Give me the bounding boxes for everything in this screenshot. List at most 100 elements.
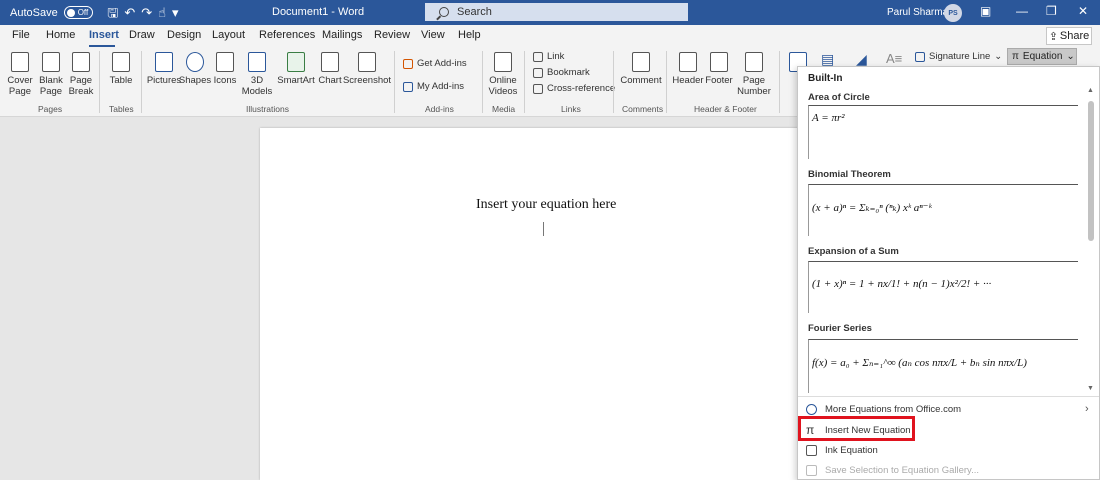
- online-video-icon: [494, 52, 512, 72]
- link-button[interactable]: Link: [533, 51, 564, 62]
- shapes-button[interactable]: Shapes: [179, 52, 211, 86]
- restore-icon[interactable]: ❐: [1046, 4, 1057, 18]
- touch-mode-icon[interactable]: ☝: [158, 6, 166, 19]
- header-icon: [679, 52, 697, 72]
- group-separator: [394, 51, 395, 113]
- signature-icon: [915, 51, 925, 62]
- group-label-header-footer: Header & Footer: [694, 104, 757, 114]
- gallery-scrollbar[interactable]: ▲ ▼: [1085, 87, 1097, 399]
- search-label: Search: [457, 6, 492, 18]
- page-number-button[interactable]: Page Number: [735, 52, 773, 97]
- ribbon-tabs: File Home Insert Draw Design Layout Refe…: [0, 25, 1100, 47]
- tab-draw[interactable]: Draw: [129, 29, 155, 41]
- autosave-toggle[interactable]: Off: [63, 6, 94, 19]
- close-icon[interactable]: ✕: [1078, 4, 1088, 18]
- pictures-icon: [155, 52, 173, 72]
- footer-button[interactable]: Footer: [704, 52, 734, 86]
- chart-button[interactable]: Chart: [317, 52, 343, 86]
- search-box[interactable]: Search: [425, 3, 688, 21]
- get-addins-button[interactable]: Get Add-ins: [403, 58, 467, 69]
- shapes-icon: [186, 52, 204, 72]
- tab-help[interactable]: Help: [458, 29, 481, 41]
- cross-reference-button[interactable]: Cross-reference: [533, 83, 615, 94]
- blank-page-button[interactable]: Blank Page: [37, 52, 65, 97]
- page-break-button[interactable]: Page Break: [67, 52, 95, 97]
- gallery-heading: Built-In: [808, 73, 843, 84]
- tab-references[interactable]: References: [259, 29, 315, 41]
- table-button[interactable]: Table: [107, 52, 135, 86]
- user-name[interactable]: Parul Sharma: [887, 7, 948, 18]
- share-icon: ⇪: [1048, 30, 1058, 43]
- tab-home[interactable]: Home: [46, 29, 75, 41]
- document-text[interactable]: Insert your equation here: [476, 197, 616, 213]
- smartart-icon: [287, 52, 305, 72]
- scroll-down-icon[interactable]: ▼: [1087, 385, 1094, 392]
- bookmark-button[interactable]: Bookmark: [533, 67, 590, 78]
- redo-icon[interactable]: ↷: [141, 6, 152, 19]
- drop-cap-icon[interactable]: A≡: [886, 51, 902, 66]
- tab-mailings[interactable]: Mailings: [322, 29, 362, 41]
- cross-reference-icon: [533, 83, 543, 94]
- equation-option-fourier-series[interactable]: f(x) = a₀ + Σₙ₌₁^∞ (aₙ cos nπx/L + bₙ si…: [808, 339, 1078, 393]
- tab-layout[interactable]: Layout: [212, 29, 245, 41]
- online-videos-button[interactable]: Online Videos: [487, 52, 519, 97]
- equation-option-binomial-theorem[interactable]: (x + a)ⁿ = Σₖ₌₀ⁿ (ⁿₖ) xᵏ aⁿ⁻ᵏ: [808, 184, 1078, 236]
- comment-button[interactable]: Comment: [620, 52, 662, 86]
- equation-button[interactable]: π Equation ⌄: [1007, 48, 1077, 65]
- avatar[interactable]: PS: [944, 4, 962, 22]
- tab-review[interactable]: Review: [374, 29, 410, 41]
- equation-option-area-of-circle[interactable]: A = πr²: [808, 105, 1078, 159]
- equation-title: Binomial Theorem: [808, 169, 891, 180]
- cover-page-button[interactable]: Cover Page: [6, 52, 34, 97]
- text-cursor: [543, 222, 544, 236]
- document-page[interactable]: [260, 128, 800, 480]
- highlight-box: [798, 416, 915, 441]
- signature-line-button[interactable]: Signature Line ⌄: [915, 51, 1002, 62]
- my-addins-button[interactable]: My Add-ins: [403, 81, 464, 92]
- tab-view[interactable]: View: [421, 29, 445, 41]
- chevron-down-icon: ⌄: [994, 51, 1003, 62]
- ink-equation-item[interactable]: Ink Equation: [806, 441, 878, 459]
- equation-option-expansion-of-sum[interactable]: (1 + x)ⁿ = 1 + nx/1! + n(n − 1)x²/2! + ·…: [808, 261, 1078, 313]
- group-separator: [666, 51, 667, 113]
- pictures-button[interactable]: Pictures: [147, 52, 181, 86]
- group-separator: [779, 51, 780, 113]
- group-label-illustrations: Illustrations: [246, 104, 289, 114]
- share-label: Share: [1059, 30, 1090, 42]
- group-label-comments: Comments: [622, 104, 664, 114]
- scroll-up-icon[interactable]: ▲: [1087, 87, 1094, 94]
- save-icon[interactable]: 🖫: [107, 6, 118, 19]
- group-separator: [613, 51, 614, 113]
- screenshot-button[interactable]: Screenshot: [343, 52, 391, 86]
- comment-icon: [632, 52, 650, 72]
- header-button[interactable]: Header: [672, 52, 704, 86]
- minimize-icon[interactable]: —: [1016, 4, 1028, 18]
- icons-button[interactable]: Icons: [212, 52, 238, 86]
- bookmark-icon: [533, 67, 543, 78]
- footer-icon: [710, 52, 728, 72]
- cover-page-icon: [11, 52, 29, 72]
- scroll-thumb[interactable]: [1088, 101, 1094, 241]
- group-separator: [99, 51, 100, 113]
- tab-file[interactable]: File: [12, 29, 30, 41]
- equation-title: Fourier Series: [808, 323, 872, 334]
- tab-insert[interactable]: Insert: [89, 29, 119, 41]
- group-separator: [524, 51, 525, 113]
- 3d-models-button[interactable]: 3D Models: [240, 52, 274, 97]
- group-label-links: Links: [561, 104, 581, 114]
- globe-icon: [806, 403, 817, 415]
- quick-access-toolbar: 🖫 ↶ ↷ ☝ ▾: [107, 6, 178, 19]
- table-icon: [112, 52, 130, 72]
- ribbon-display-options-icon[interactable]: ▣: [980, 4, 991, 18]
- customize-qat-icon[interactable]: ▾: [172, 6, 179, 19]
- pi-icon: π: [1012, 51, 1019, 62]
- undo-icon[interactable]: ↶: [124, 6, 135, 19]
- search-icon: [439, 7, 449, 17]
- smartart-button[interactable]: SmartArt: [277, 52, 315, 86]
- group-separator: [141, 51, 142, 113]
- tab-design[interactable]: Design: [167, 29, 201, 41]
- page-number-icon: [745, 52, 763, 72]
- autosave-state: Off: [77, 8, 89, 17]
- share-button[interactable]: ⇪ Share: [1046, 27, 1092, 45]
- screenshot-icon: [358, 52, 376, 72]
